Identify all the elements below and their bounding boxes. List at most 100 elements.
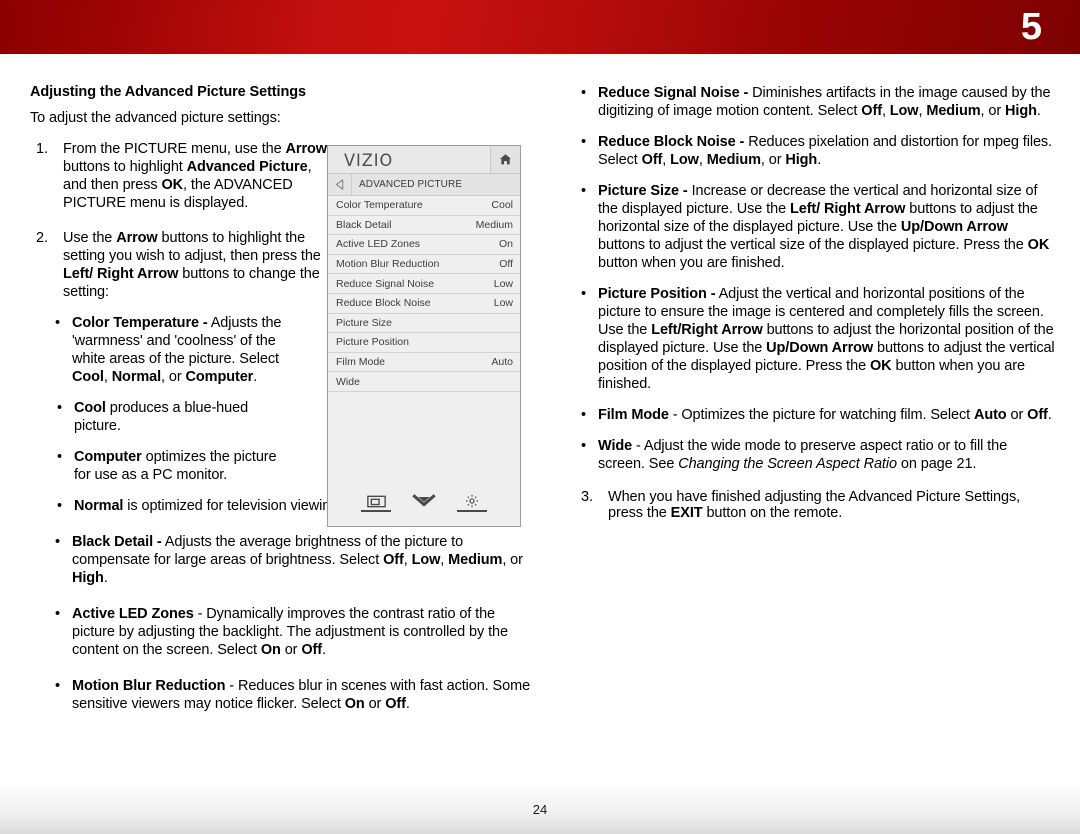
bullet-dot: • xyxy=(57,498,62,514)
tv-menu-header: VIZIO xyxy=(328,146,520,174)
list-item: • Picture Size - Increase or decrease th… xyxy=(578,182,1056,272)
bullet-dot: • xyxy=(57,449,62,465)
list-item-text: Reduce Signal Noise - Diminishes artifac… xyxy=(598,85,1051,119)
step-number: 2. xyxy=(36,230,48,246)
page-title: Adjusting the Advanced Picture Settings xyxy=(30,84,306,100)
chevron-down-icon[interactable] xyxy=(407,493,441,513)
sub-bullet-list: • Color Temperature - Adjusts the 'warmn… xyxy=(52,314,302,386)
bullet-dot: • xyxy=(581,407,586,423)
step-text: When you have finished adjusting the Adv… xyxy=(608,489,1021,521)
step-text: From the PICTURE menu, use the Arrow but… xyxy=(63,141,327,211)
right-column: • Reduce Signal Noise - Diminishes artif… xyxy=(578,54,1056,521)
list-item: • Reduce Block Noise - Reduces pixelatio… xyxy=(578,133,1056,169)
menu-row-picture-size[interactable]: Picture Size xyxy=(328,313,520,334)
list-item: • Reduce Signal Noise - Diminishes artif… xyxy=(578,84,1056,120)
list-item: • Wide - Adjust the wide mode to preserv… xyxy=(578,437,1056,473)
list-item-text: Wide - Adjust the wide mode to preserve … xyxy=(598,438,1008,472)
sub-sub-bullet-list: • Cool produces a blue-hued picture. • C… xyxy=(54,399,342,515)
page-footer-band: 24 xyxy=(0,780,1080,834)
menu-row-reduce-signal-noise[interactable]: Reduce Signal Noise Low xyxy=(328,274,520,294)
lead-paragraph: To adjust the advanced picture settings: xyxy=(30,110,281,126)
list-item: • Color Temperature - Adjusts the 'warmn… xyxy=(52,314,302,386)
menu-row-value: Medium xyxy=(475,218,513,231)
list-item: • Computer optimizes the picture for use… xyxy=(54,448,279,484)
page-body: Adjusting the Advanced Picture Settings … xyxy=(0,54,1080,780)
step-text: Use the Arrow buttons to highlight the s… xyxy=(63,230,321,300)
menu-row-value: Low xyxy=(493,297,513,310)
step-item-2: 2. Use the Arrow buttons to highlight th… xyxy=(30,229,333,301)
step-number: 1. xyxy=(36,141,48,157)
menu-row-label: Picture Position xyxy=(336,336,409,349)
menu-row-label: Color Temperature xyxy=(336,199,423,212)
icon-underline xyxy=(361,509,391,512)
list-item-text: Picture Position - Adjust the vertical a… xyxy=(598,286,1055,392)
menu-row-wide[interactable]: Wide xyxy=(328,372,520,392)
tv-menu-screenshot: VIZIO ADVANCED PICTURE Color Temperature… xyxy=(327,145,521,527)
list-item-text: Active LED Zones - Dynamically improves … xyxy=(72,606,508,658)
bullet-dot: • xyxy=(57,400,62,416)
right-bullet-list: • Reduce Signal Noise - Diminishes artif… xyxy=(578,54,1056,473)
list-item: • Film Mode - Optimizes the picture for … xyxy=(578,406,1056,424)
back-arrow-icon[interactable] xyxy=(328,174,352,195)
list-item-text: Film Mode - Optimizes the picture for wa… xyxy=(598,407,1052,423)
menu-row-reduce-block-noise[interactable]: Reduce Block Noise Low xyxy=(328,293,520,314)
menu-row-label: Reduce Signal Noise xyxy=(336,277,435,290)
list-item: • Black Detail - Adjusts the average bri… xyxy=(52,533,537,587)
page-number: 24 xyxy=(532,802,548,817)
list-item-text: Computer optimizes the picture for use a… xyxy=(74,449,277,483)
menu-row-film-mode[interactable]: Film Mode Auto xyxy=(328,352,520,373)
list-item-text: Motion Blur Reduction - Reduces blur in … xyxy=(72,678,531,712)
bullet-dot: • xyxy=(581,183,586,199)
menu-row-label: Picture Size xyxy=(336,316,393,329)
step-item-1: 1. From the PICTURE menu, use the Arrow … xyxy=(30,140,333,212)
outer-bullet-list: • Black Detail - Adjusts the average bri… xyxy=(52,533,537,713)
tv-menu-rows: Color Temperature Cool Black Detail Medi… xyxy=(328,196,520,392)
menu-row-label: Wide xyxy=(336,375,360,388)
bullet-dot: • xyxy=(55,678,60,694)
vizio-logo: VIZIO xyxy=(344,151,394,171)
menu-row-value: Auto xyxy=(491,356,513,369)
breadcrumb: ADVANCED PICTURE xyxy=(328,174,520,196)
list-item: • Cool produces a blue-hued picture. xyxy=(54,399,279,435)
menu-row-value: On xyxy=(498,238,513,251)
step-item-3: 3. When you have finished adjusting the … xyxy=(578,489,1056,521)
bullet-dot: • xyxy=(581,85,586,101)
bullet-dot: • xyxy=(55,606,60,622)
home-icon[interactable] xyxy=(490,146,520,173)
menu-row-label: Film Mode xyxy=(336,356,386,369)
tv-menu-footer-icons xyxy=(328,480,520,526)
bullet-dot: • xyxy=(55,534,60,550)
menu-row-black-detail[interactable]: Black Detail Medium xyxy=(328,215,520,236)
list-item-text: Normal is optimized for television viewi… xyxy=(74,498,343,514)
chapter-header-band: 5 xyxy=(0,0,1080,54)
list-item-text: Color Temperature - Adjusts the 'warmnes… xyxy=(72,315,282,385)
breadcrumb-label: ADVANCED PICTURE xyxy=(359,179,463,190)
menu-row-label: Black Detail xyxy=(336,218,392,231)
menu-row-color-temperature[interactable]: Color Temperature Cool xyxy=(328,196,520,216)
bullet-dot: • xyxy=(55,315,60,331)
list-item-text: Reduce Block Noise - Reduces pixelation … xyxy=(598,134,1052,168)
step-number: 3. xyxy=(581,489,593,505)
menu-row-label: Active LED Zones xyxy=(336,238,421,251)
menu-row-motion-blur-reduction[interactable]: Motion Blur Reduction Off xyxy=(328,254,520,275)
final-step-list: 3. When you have finished adjusting the … xyxy=(578,489,1056,521)
menu-row-label: Reduce Block Noise xyxy=(336,297,431,310)
menu-row-value: Off xyxy=(499,258,513,271)
screen-icon[interactable] xyxy=(359,495,393,512)
icon-underline xyxy=(409,511,439,513)
list-item: • Picture Position - Adjust the vertical… xyxy=(578,285,1056,393)
list-item-text: Black Detail - Adjusts the average brigh… xyxy=(72,534,523,586)
bullet-dot: • xyxy=(581,134,586,150)
bullet-dot: • xyxy=(581,286,586,302)
chapter-number: 5 xyxy=(1020,6,1042,48)
menu-row-value: Cool xyxy=(491,199,513,212)
menu-row-active-led-zones[interactable]: Active LED Zones On xyxy=(328,235,520,255)
list-item-text: Cool produces a blue-hued picture. xyxy=(74,400,249,434)
list-item-text: Picture Size - Increase or decrease the … xyxy=(598,183,1050,271)
list-item: • Active LED Zones - Dynamically improve… xyxy=(52,605,537,659)
menu-row-value: Low xyxy=(493,277,513,290)
menu-row-picture-position[interactable]: Picture Position xyxy=(328,333,520,353)
list-item: • Motion Blur Reduction - Reduces blur i… xyxy=(52,677,537,713)
gear-icon[interactable] xyxy=(455,494,489,512)
menu-row-label: Motion Blur Reduction xyxy=(336,258,440,271)
